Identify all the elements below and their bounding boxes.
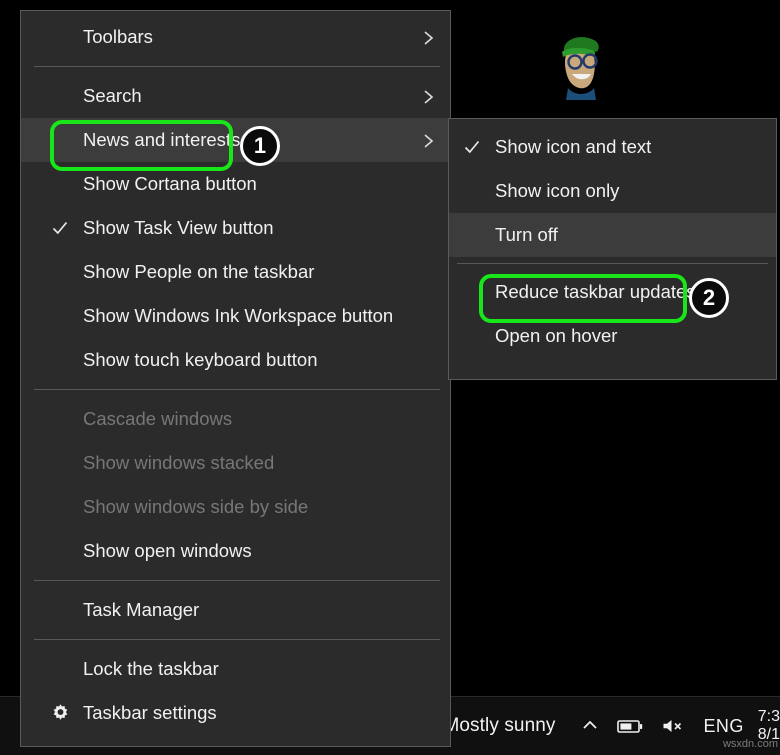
menu-item-show-icon-and-text[interactable]: Show icon and text: [449, 125, 776, 169]
chevron-right-icon: [420, 29, 436, 45]
menu-item-taskbar-settings[interactable]: Taskbar settings: [21, 691, 450, 735]
show-hidden-icons-button[interactable]: [572, 697, 608, 755]
menu-item-reduce-taskbar-updates[interactable]: Reduce taskbar updates: [449, 270, 776, 314]
menu-item-label: Open on hover: [495, 325, 617, 347]
gear-icon: [51, 704, 70, 723]
menu-item-turn-off[interactable]: Turn off: [449, 213, 776, 257]
clock-date: 8/1: [758, 726, 780, 744]
menu-item-news-and-interests[interactable]: News and interests: [21, 118, 450, 162]
clock-time: 7:3: [758, 708, 780, 726]
menu-item-label: Show Task View button: [83, 217, 274, 239]
menu-item-show-open-windows[interactable]: Show open windows: [21, 529, 450, 573]
menu-item-label: Show People on the taskbar: [83, 261, 314, 283]
menu-item-label: News and interests: [83, 129, 240, 151]
menu-item-label: Show Cortana button: [83, 173, 257, 195]
system-tray: Mostly sunny ENG: [443, 697, 780, 755]
checkmark-icon: [51, 219, 69, 237]
menu-item-show-windows-ink-workspace-button[interactable]: Show Windows Ink Workspace button: [21, 294, 450, 338]
battery-icon[interactable]: [608, 697, 652, 755]
menu-item-label: Show icon and text: [495, 136, 651, 158]
menu-item-label: Toolbars: [83, 26, 153, 48]
menu-item-label: Cascade windows: [83, 408, 232, 430]
chevron-right-icon: [420, 88, 436, 104]
menu-separator: [457, 263, 768, 264]
menu-item-label: Show Windows Ink Workspace button: [83, 305, 393, 327]
menu-item-label: Show windows stacked: [83, 452, 274, 474]
input-language-button[interactable]: ENG: [694, 716, 754, 737]
menu-item-label: Lock the taskbar: [83, 658, 219, 680]
menu-item-label: Task Manager: [83, 599, 199, 621]
menu-item-label: Show touch keyboard button: [83, 349, 318, 371]
menu-item-lock-the-taskbar[interactable]: Lock the taskbar: [21, 647, 450, 691]
menu-separator: [34, 66, 440, 67]
menu-item-label: Taskbar settings: [83, 702, 217, 724]
news-and-interests-submenu: Show icon and text Show icon only Turn off…: [448, 118, 777, 380]
menu-item-cascade-windows: Cascade windows: [21, 397, 450, 441]
cartoon-avatar-icon[interactable]: [552, 30, 608, 100]
menu-item-show-icon-only[interactable]: Show icon only: [449, 169, 776, 213]
menu-item-show-touch-keyboard-button[interactable]: Show touch keyboard button: [21, 338, 450, 382]
menu-separator: [34, 389, 440, 390]
speaker-muted-icon[interactable]: [652, 697, 694, 755]
menu-separator: [34, 639, 440, 640]
menu-item-label: Reduce taskbar updates: [495, 281, 696, 303]
menu-item-show-windows-stacked: Show windows stacked: [21, 441, 450, 485]
menu-item-task-manager[interactable]: Task Manager: [21, 588, 450, 632]
menu-item-open-on-hover[interactable]: Open on hover: [449, 314, 776, 358]
taskbar-context-menu: Toolbars Search News and interests Show Cor…: [20, 10, 451, 747]
menu-item-show-windows-side-by-side: Show windows side by side: [21, 485, 450, 529]
menu-item-show-task-view-button[interactable]: Show Task View button: [21, 206, 450, 250]
menu-item-search[interactable]: Search: [21, 74, 450, 118]
menu-item-toolbars[interactable]: Toolbars: [21, 15, 450, 59]
menu-item-label: Show icon only: [495, 180, 619, 202]
clock[interactable]: 7:3 8/1: [754, 708, 780, 744]
menu-item-label: Show open windows: [83, 540, 252, 562]
menu-item-show-cortana-button[interactable]: Show Cortana button: [21, 162, 450, 206]
chevron-right-icon: [420, 132, 436, 148]
menu-item-label: Show windows side by side: [83, 496, 308, 518]
menu-item-label: Turn off: [495, 224, 558, 246]
menu-separator: [34, 580, 440, 581]
news-and-interests-weather-label[interactable]: Mostly sunny: [443, 715, 571, 737]
checkmark-icon: [463, 138, 481, 156]
menu-item-show-people-on-the-taskbar[interactable]: Show People on the taskbar: [21, 250, 450, 294]
menu-item-label: Search: [83, 85, 142, 107]
